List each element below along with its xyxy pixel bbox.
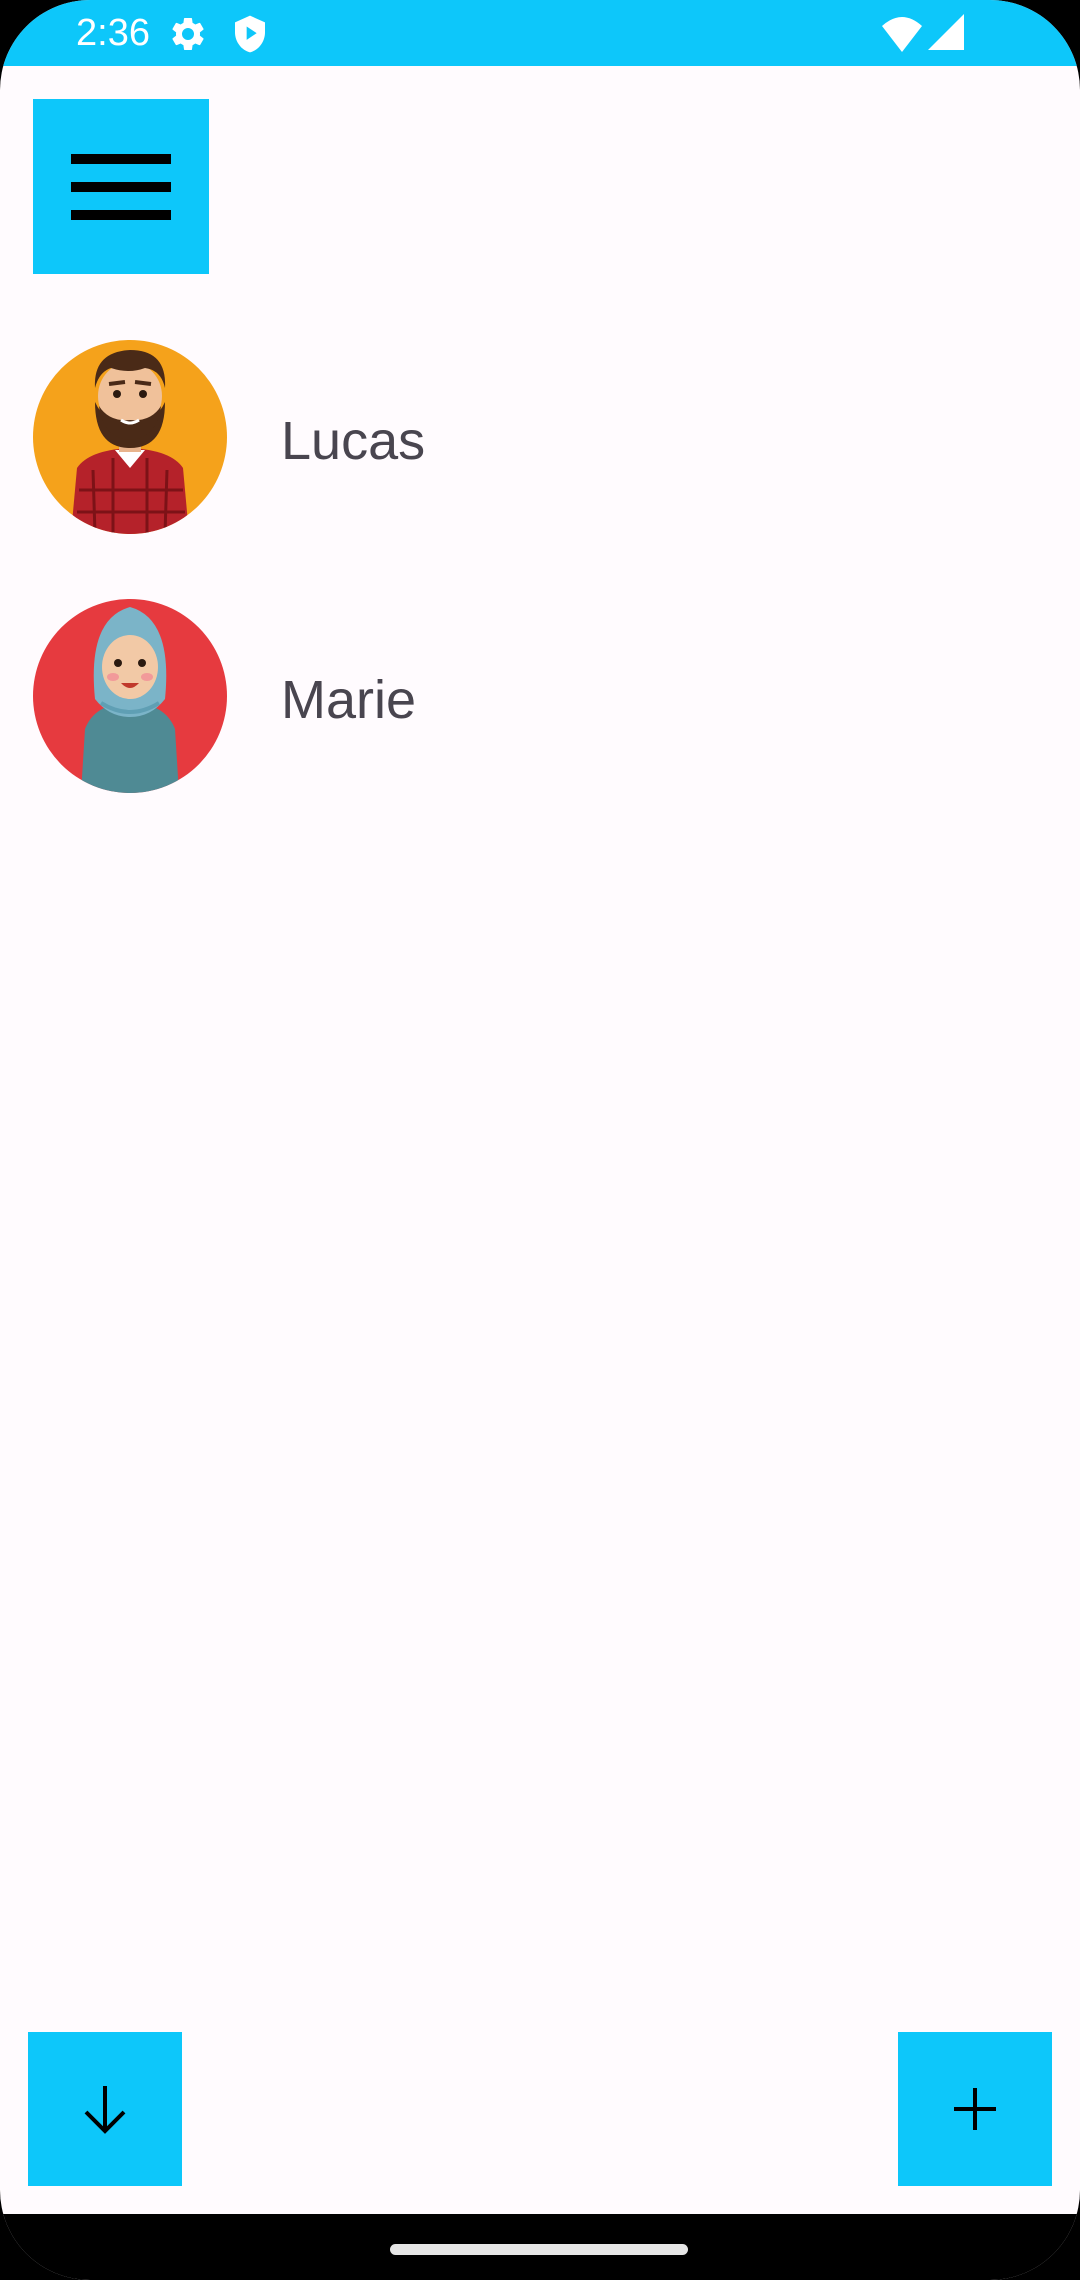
navigation-bar [0,2214,1080,2280]
add-contact-button[interactable] [898,2032,1052,2186]
plus-icon [954,2088,996,2130]
contact-item-lucas[interactable]: Lucas [0,340,1080,540]
shield-play-icon [230,14,270,54]
signal-icon [928,14,964,50]
arrow-down-icon [84,2086,126,2134]
status-bar: 2:36 [0,0,1080,66]
wifi-icon [880,14,924,54]
scroll-down-button[interactable] [28,2032,182,2186]
bearded-man-avatar [33,340,227,534]
status-time: 2:36 [76,12,150,54]
contact-item-marie[interactable]: Marie [0,599,1080,799]
home-gesture-handle[interactable] [390,2244,688,2255]
hamburger-menu-icon [71,153,171,220]
menu-button[interactable] [33,99,209,274]
woman-hijab-avatar [33,599,227,793]
app-screen: 2:36 Lucas Marie [0,0,1080,2280]
contact-name: Lucas [281,411,426,471]
settings-icon [168,14,208,54]
contact-name: Marie [281,670,417,730]
